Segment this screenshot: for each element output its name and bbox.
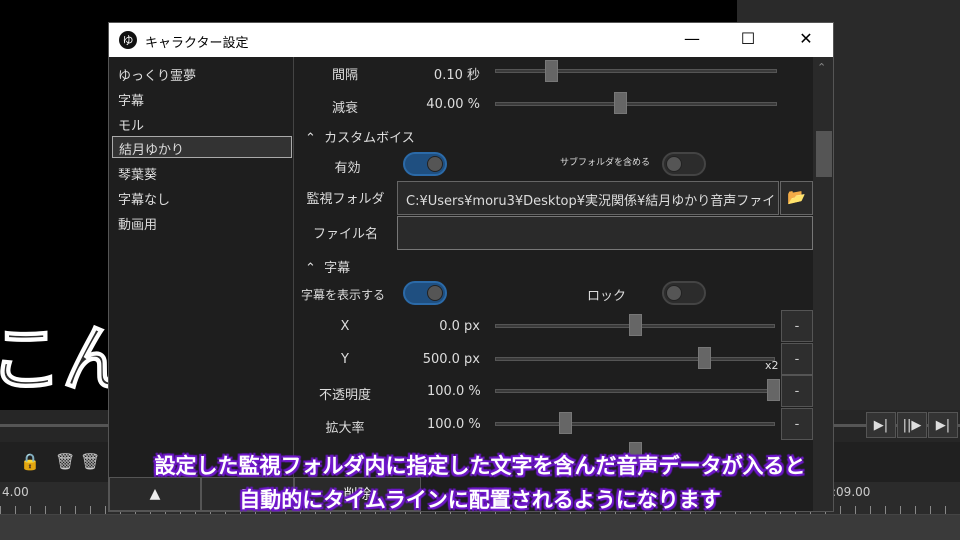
scrollbar-thumb[interactable]: [816, 131, 832, 177]
filename-input[interactable]: [397, 216, 813, 250]
decay-slider[interactable]: [495, 102, 777, 106]
show-subtitle-label: 字幕を表示する: [301, 288, 386, 302]
section-title: 字幕: [324, 261, 351, 276]
scrollbar[interactable]: ⌃: [813, 57, 833, 511]
timeline-track: [0, 515, 960, 540]
caption-line-2: 自動的にタイムラインに配置されるようになります: [239, 488, 721, 512]
lock-toggle[interactable]: [662, 281, 706, 305]
scale-slider[interactable]: [495, 422, 775, 426]
decay-slider-handle[interactable]: [614, 92, 627, 114]
opacity-slider[interactable]: [495, 389, 775, 393]
chevron-up-icon: ⌃: [305, 131, 316, 146]
y-slider[interactable]: [495, 357, 775, 361]
folder-open-icon[interactable]: 📂: [780, 181, 813, 215]
y-label: Y: [341, 352, 349, 367]
frame-forward-icon[interactable]: ||▶: [897, 412, 927, 438]
x-value: 0.0 px: [439, 319, 480, 334]
maximize-button[interactable]: ☐: [733, 29, 763, 48]
caption-line-1: 設定した監視フォルダ内に指定した文字を含んだ音声データが入ると: [154, 454, 806, 478]
opacity-slider-handle[interactable]: [767, 379, 780, 401]
filename-label: ファイル名: [312, 227, 378, 242]
enabled-label: 有効: [334, 161, 361, 176]
show-subtitle-toggle[interactable]: [403, 281, 447, 305]
x-label: X: [340, 319, 350, 334]
list-item[interactable]: 字幕なし: [112, 187, 292, 209]
y-reset-button[interactable]: -: [781, 343, 813, 375]
opacity-label: 不透明度: [318, 388, 371, 403]
section-title: カスタムボイス: [324, 131, 415, 146]
interval-label: 間隔: [331, 68, 358, 83]
app-icon: ゆ: [119, 31, 137, 49]
toggle-knob: [427, 156, 443, 172]
list-item[interactable]: モル: [112, 113, 292, 135]
scale-reset-button[interactable]: -: [781, 408, 813, 440]
interval-value: 0.10 秒: [433, 68, 480, 83]
settings-panel: 間隔 0.10 秒 減衰 40.00 % ⌃ カスタムボイス 有効 サブフォルダ…: [295, 57, 813, 511]
scale-label: 拡大率: [325, 421, 365, 436]
close-button[interactable]: ✕: [791, 29, 821, 48]
interval-slider-handle[interactable]: [545, 60, 558, 82]
decay-value: 40.00 %: [426, 97, 480, 112]
subfolder-label: サブフォルダを含める: [560, 158, 651, 168]
folder-label: 監視フォルダ: [306, 192, 385, 207]
subtitle-section-toggle[interactable]: ⌃ 字幕: [305, 257, 350, 276]
x-slider-handle[interactable]: [629, 314, 642, 336]
interval-slider[interactable]: [495, 69, 777, 73]
list-item[interactable]: ゆっくり霊夢: [112, 63, 292, 85]
character-list: ゆっくり霊夢 字幕 モル 結月ゆかり 琴葉葵 字幕なし 動画用: [109, 57, 294, 511]
skip-end-icon[interactable]: ▶|: [928, 412, 958, 438]
subfolder-toggle[interactable]: [662, 152, 706, 176]
list-item[interactable]: 琴葉葵: [112, 162, 292, 184]
step-play-icon[interactable]: ▶|: [866, 412, 896, 438]
list-item[interactable]: 動画用: [112, 212, 292, 234]
decay-label: 減衰: [331, 101, 358, 116]
toggle-knob: [427, 285, 443, 301]
opacity-value: 100.0 %: [427, 384, 481, 399]
scale-value: 100.0 %: [427, 417, 481, 432]
opacity-reset-button[interactable]: -: [781, 375, 813, 407]
character-settings-window: ゆ キャラクター設定 — ☐ ✕ ゆっくり霊夢 字幕 モル 結月ゆかり 琴葉葵 …: [108, 22, 834, 512]
title-bar: ゆ キャラクター設定 — ☐ ✕: [109, 23, 833, 57]
enabled-toggle[interactable]: [403, 152, 447, 176]
scale-slider-handle[interactable]: [559, 412, 572, 434]
folder-path-input[interactable]: C:¥Users¥moru3¥Desktop¥実況関係¥結月ゆかり音声ファイ: [397, 181, 779, 215]
minimize-button[interactable]: —: [677, 29, 707, 48]
toggle-knob: [666, 156, 682, 172]
chevron-up-icon: ⌃: [305, 261, 316, 276]
chevron-up-icon[interactable]: ⌃: [817, 61, 826, 74]
x2-label: x2: [765, 359, 779, 372]
list-item-selected[interactable]: 結月ゆかり: [112, 136, 292, 158]
y-slider-handle[interactable]: [698, 347, 711, 369]
window-title: キャラクター設定: [145, 36, 249, 51]
y-value: 500.0 px: [422, 352, 480, 367]
custom-voice-section-toggle[interactable]: ⌃ カスタムボイス: [305, 127, 415, 146]
list-item[interactable]: 字幕: [112, 88, 292, 110]
toggle-knob: [666, 285, 682, 301]
lock-label: ロック: [587, 289, 627, 304]
x-reset-button[interactable]: -: [781, 310, 813, 342]
